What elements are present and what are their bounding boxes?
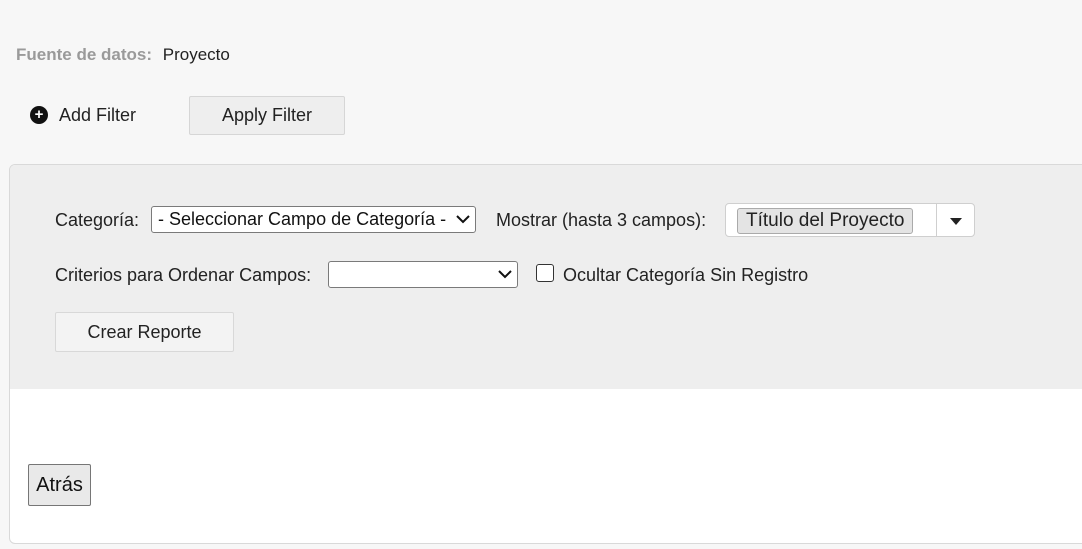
plus-circle-icon: + bbox=[30, 106, 48, 124]
sort-criteria-select[interactable] bbox=[328, 261, 518, 288]
data-source-line: Fuente de datos: Proyecto bbox=[16, 44, 230, 66]
hide-empty-category-label: Ocultar Categoría Sin Registro bbox=[563, 265, 809, 285]
category-label: Categoría: bbox=[55, 210, 140, 230]
apply-filter-button[interactable]: Apply Filter bbox=[189, 96, 345, 135]
hide-empty-category-checkbox[interactable] bbox=[536, 264, 554, 282]
divider bbox=[936, 204, 937, 236]
add-filter-label: Add Filter bbox=[59, 105, 137, 125]
data-source-value: Proyecto bbox=[162, 45, 230, 64]
chevron-down-icon bbox=[456, 215, 470, 224]
category-select-value: - Seleccionar Campo de Categoría - bbox=[158, 209, 447, 229]
report-builder-page: Fuente de datos: Proyecto + Add Filter A… bbox=[0, 0, 1082, 549]
back-button[interactable]: Atrás bbox=[28, 464, 91, 506]
sort-criteria-label: Criterios para Ordenar Campos: bbox=[55, 265, 312, 285]
chevron-down-icon bbox=[498, 270, 512, 279]
report-panel: Categoría: - Seleccionar Campo de Catego… bbox=[9, 164, 1082, 544]
create-report-button[interactable]: Crear Reporte bbox=[55, 312, 234, 352]
display-field-tag[interactable]: Título del Proyecto bbox=[737, 208, 914, 234]
add-filter-button[interactable]: + Add Filter bbox=[30, 102, 136, 128]
display-fields-select[interactable]: Título del Proyecto bbox=[725, 203, 975, 237]
caret-down-icon[interactable] bbox=[950, 218, 962, 225]
report-options-section: Categoría: - Seleccionar Campo de Catego… bbox=[10, 165, 1082, 389]
data-source-label: Fuente de datos: bbox=[16, 45, 153, 64]
category-select[interactable]: - Seleccionar Campo de Categoría - bbox=[151, 206, 476, 233]
display-fields-label: Mostrar (hasta 3 campos): bbox=[496, 210, 707, 230]
